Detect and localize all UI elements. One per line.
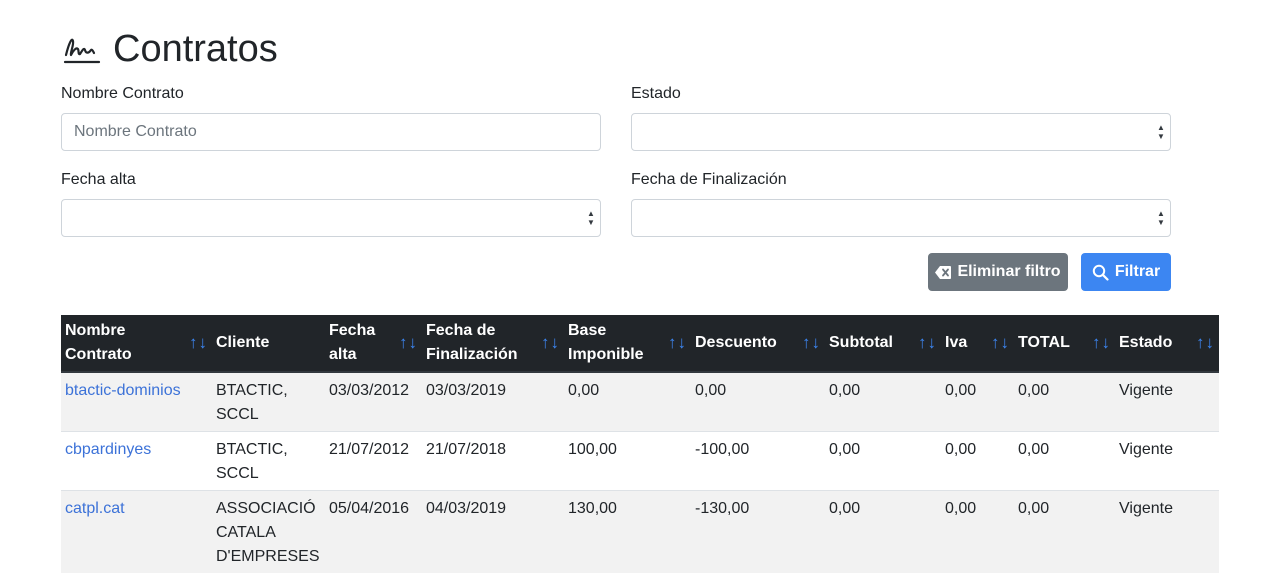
page-header: Contratos	[63, 26, 278, 72]
fecha-alta-label: Fecha alta	[61, 170, 136, 190]
cell-fecha-finalizacion: 21/07/2018	[422, 432, 564, 491]
contracts-table-container: Nombre Contrato↑↓ Cliente Fecha alta↑↓ F…	[61, 315, 1219, 573]
filtrar-button[interactable]: Filtrar	[1081, 253, 1171, 291]
cell-fecha-alta: 21/07/2012	[325, 432, 422, 491]
nombre-contrato-field[interactable]	[61, 113, 601, 151]
cell-total: 0,00	[1014, 372, 1115, 432]
cell-estado: Vigente	[1115, 491, 1219, 573]
header-descuento[interactable]: Descuento↑↓	[691, 315, 825, 372]
table-row: catpl.cat ASSOCIACIÓ CATALA D'EMPRESES 0…	[61, 491, 1219, 573]
table-header-row: Nombre Contrato↑↓ Cliente Fecha alta↑↓ F…	[61, 315, 1219, 372]
cell-fecha-finalizacion: 04/03/2019	[422, 491, 564, 573]
fecha-alta-select[interactable]: ▲▼	[61, 199, 601, 237]
select-arrows-icon: ▲▼	[1157, 123, 1165, 141]
cell-cliente: ASSOCIACIÓ CATALA D'EMPRESES	[212, 491, 325, 573]
cell-descuento: 0,00	[691, 372, 825, 432]
cell-descuento: -130,00	[691, 491, 825, 573]
header-cliente: Cliente	[212, 315, 325, 372]
search-icon	[1092, 264, 1109, 281]
header-iva[interactable]: Iva↑↓	[941, 315, 1014, 372]
header-subtotal[interactable]: Subtotal↑↓	[825, 315, 941, 372]
cell-total: 0,00	[1014, 432, 1115, 491]
eliminar-filtro-label: Eliminar filtro	[957, 263, 1060, 281]
cell-cliente: BTACTIC, SCCL	[212, 432, 325, 491]
filtrar-label: Filtrar	[1115, 263, 1160, 281]
cell-iva: 0,00	[941, 372, 1014, 432]
select-arrows-icon: ▲▼	[1157, 209, 1165, 227]
header-fecha-alta[interactable]: Fecha alta↑↓	[325, 315, 422, 372]
cell-base-imponible: 100,00	[564, 432, 691, 491]
cell-base-imponible: 0,00	[564, 372, 691, 432]
sort-arrows-icon[interactable]: ↑↓	[987, 331, 1010, 355]
sort-arrows-icon[interactable]: ↑↓	[185, 331, 208, 355]
estado-label: Estado	[631, 84, 681, 104]
contract-link[interactable]: cbpardinyes	[65, 441, 151, 458]
sort-arrows-icon[interactable]: ↑↓	[1088, 331, 1111, 355]
cell-nombre-contrato[interactable]: catpl.cat	[61, 491, 212, 573]
header-estado[interactable]: Estado↑↓	[1115, 315, 1219, 372]
eliminar-filtro-button[interactable]: Eliminar filtro	[928, 253, 1068, 291]
fecha-finalizacion-label: Fecha de Finalización	[631, 170, 787, 190]
header-total[interactable]: TOTAL↑↓	[1014, 315, 1115, 372]
cell-fecha-alta: 05/04/2016	[325, 491, 422, 573]
sort-arrows-icon[interactable]: ↑↓	[537, 331, 560, 355]
cell-nombre-contrato[interactable]: btactic-dominios	[61, 372, 212, 432]
cell-subtotal: 0,00	[825, 432, 941, 491]
table-row: btactic-dominios BTACTIC, SCCL 03/03/201…	[61, 372, 1219, 432]
cell-subtotal: 0,00	[825, 372, 941, 432]
cell-subtotal: 0,00	[825, 491, 941, 573]
nombre-contrato-input[interactable]	[62, 114, 600, 150]
header-fecha-finalizacion[interactable]: Fecha de Finalización↑↓	[422, 315, 564, 372]
contracts-table: Nombre Contrato↑↓ Cliente Fecha alta↑↓ F…	[61, 315, 1219, 573]
estado-select[interactable]: ▲▼	[631, 113, 1171, 151]
cell-cliente: BTACTIC, SCCL	[212, 372, 325, 432]
cell-iva: 0,00	[941, 491, 1014, 573]
cell-fecha-finalizacion: 03/03/2019	[422, 372, 564, 432]
cell-iva: 0,00	[941, 432, 1014, 491]
cell-total: 0,00	[1014, 491, 1115, 573]
cell-nombre-contrato[interactable]: cbpardinyes	[61, 432, 212, 491]
select-arrows-icon: ▲▼	[587, 209, 595, 227]
sort-arrows-icon[interactable]: ↑↓	[798, 331, 821, 355]
fecha-finalizacion-select[interactable]: ▲▼	[631, 199, 1171, 237]
cell-descuento: -100,00	[691, 432, 825, 491]
header-base-imponible[interactable]: Base Imponible↑↓	[564, 315, 691, 372]
backspace-icon	[935, 266, 951, 279]
contract-link[interactable]: catpl.cat	[65, 500, 125, 517]
cell-estado: Vigente	[1115, 372, 1219, 432]
contract-link[interactable]: btactic-dominios	[65, 382, 181, 399]
cell-fecha-alta: 03/03/2012	[325, 372, 422, 432]
sort-arrows-icon[interactable]: ↑↓	[1192, 331, 1215, 355]
cell-base-imponible: 130,00	[564, 491, 691, 573]
page-title: Contratos	[113, 26, 278, 72]
sort-arrows-icon[interactable]: ↑↓	[914, 331, 937, 355]
sort-arrows-icon[interactable]: ↑↓	[395, 331, 418, 355]
signature-icon	[63, 33, 101, 65]
header-nombre-contrato[interactable]: Nombre Contrato↑↓	[61, 315, 212, 372]
cell-estado: Vigente	[1115, 432, 1219, 491]
nombre-contrato-label: Nombre Contrato	[61, 84, 184, 104]
sort-arrows-icon[interactable]: ↑↓	[664, 331, 687, 355]
table-row: cbpardinyes BTACTIC, SCCL 21/07/2012 21/…	[61, 432, 1219, 491]
